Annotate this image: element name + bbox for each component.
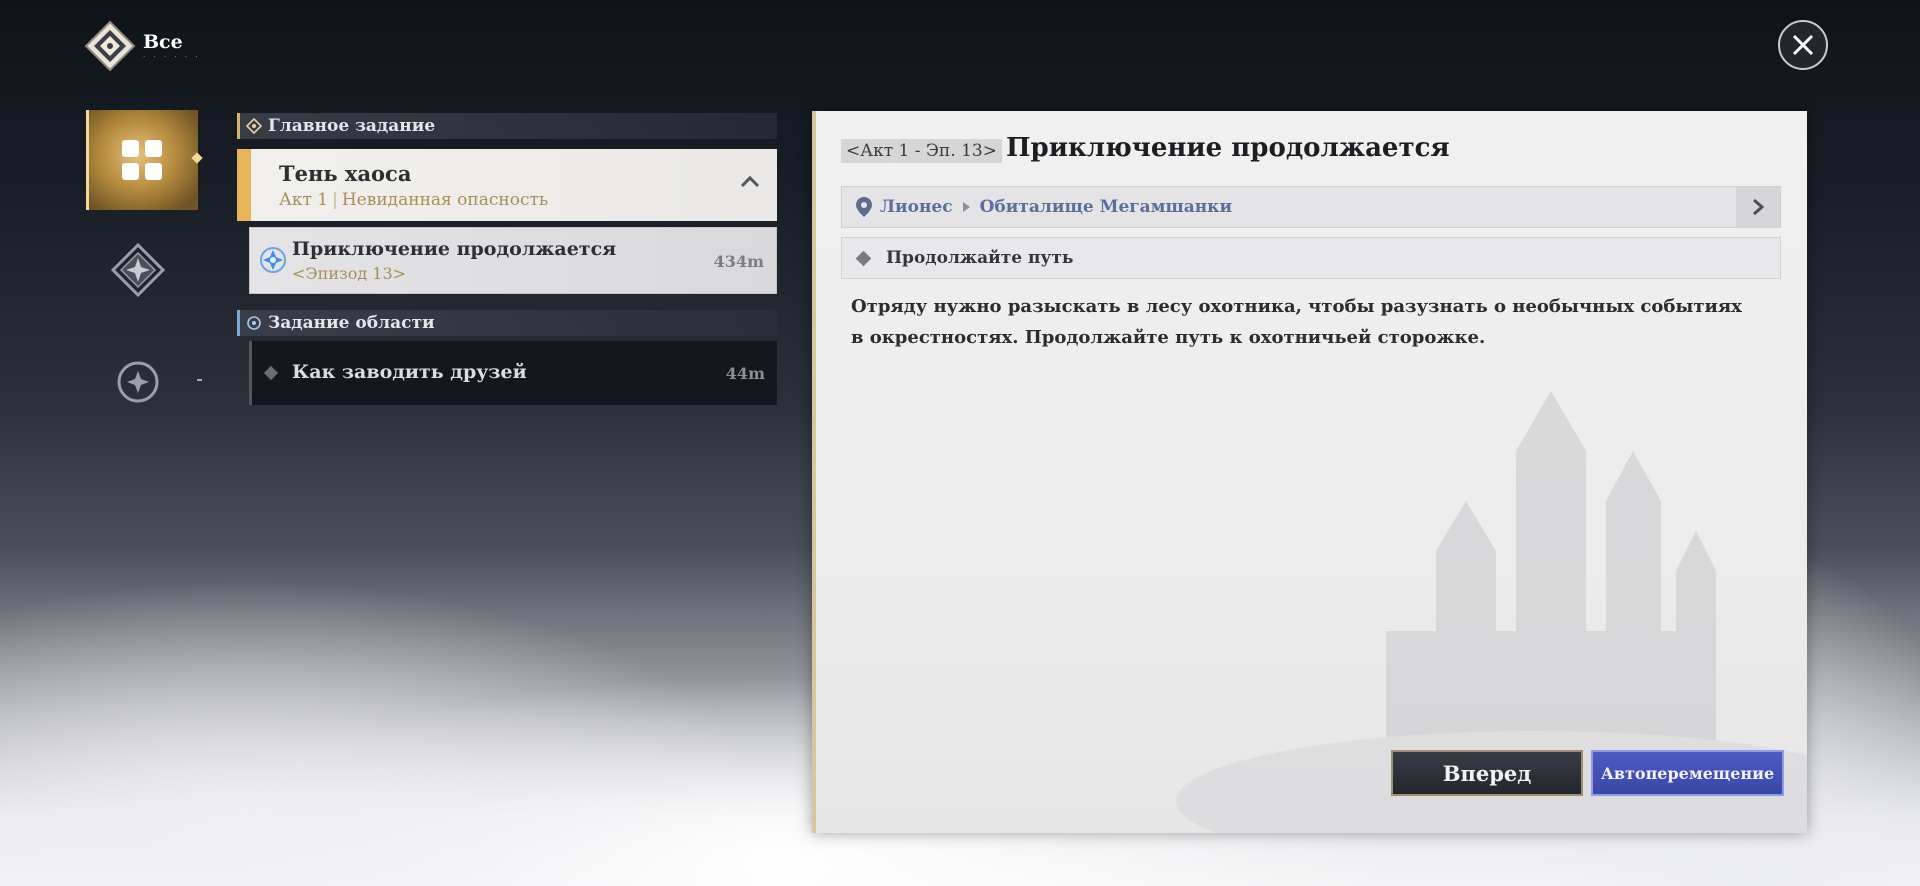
tracking-target-icon: [260, 247, 286, 273]
go-button[interactable]: Вперед: [1391, 750, 1583, 796]
quest-details-panel: <Акт 1 - Эп. 13> Приключение продолжаетс…: [812, 111, 1807, 833]
chevron-right-icon: [1753, 198, 1765, 216]
game-logo-icon: [84, 20, 136, 72]
chapter-name: Невиданная опасность: [341, 190, 549, 210]
main-quest-section-header: Главное задание: [237, 113, 777, 139]
chapter-title: Тень хаоса: [279, 161, 412, 186]
section-label: Задание области: [268, 313, 435, 333]
close-icon: [1792, 34, 1814, 56]
quest-episode: <Эпизод 13>: [292, 264, 407, 283]
chapter-separator: |: [332, 190, 338, 210]
page-subtitle: · · · · · ·: [143, 53, 201, 61]
location-bar[interactable]: Лионес Обиталище Мегамшанки: [841, 186, 1781, 228]
nav-tab-all-quests[interactable]: [86, 110, 198, 210]
grid-icon: [122, 140, 162, 180]
quest-distance: 434m: [713, 252, 764, 271]
page-title: Все: [143, 31, 183, 53]
nav-marker: [197, 379, 202, 381]
location-region: Лионес: [880, 197, 953, 217]
chevron-up-icon[interactable]: [739, 173, 761, 189]
location-go-button[interactable]: [1736, 187, 1780, 227]
episode-tag: <Акт 1 - Эп. 13>: [841, 139, 1002, 163]
nav-tab-area[interactable]: [106, 350, 170, 414]
objective-bar: Продолжайте путь: [841, 237, 1781, 279]
quest-title: Приключение продолжается: [292, 238, 617, 260]
quest-marker-icon: [263, 365, 279, 381]
objective-text: Продолжайте путь: [886, 248, 1074, 268]
area-quest-section-header: Задание области: [237, 310, 777, 336]
section-label: Главное задание: [268, 116, 436, 136]
map-pin-icon: [856, 197, 872, 217]
diamond-star-icon: [111, 243, 165, 297]
nav-tab-story[interactable]: [106, 238, 170, 302]
quest-item-selected[interactable]: Приключение продолжается <Эпизод 13> 434…: [249, 227, 777, 294]
quest-detail-title: Приключение продолжается: [1006, 133, 1450, 163]
arrow-right-icon: [962, 202, 970, 212]
chapter-act: Акт 1: [279, 190, 329, 210]
quest-distance: 44m: [725, 364, 765, 383]
area-quest-icon: [247, 316, 261, 330]
main-quest-icon: [246, 118, 262, 134]
background-cloud: [0, 560, 820, 886]
objective-marker-icon: [855, 250, 872, 266]
auto-travel-button[interactable]: Автоперемещение: [1591, 750, 1784, 796]
quest-item[interactable]: Как заводить друзей 44m: [249, 341, 777, 405]
quest-title: Как заводить друзей: [292, 361, 527, 383]
circle-star-icon: [117, 361, 159, 403]
location-place: Обиталище Мегамшанки: [979, 197, 1233, 217]
chapter-item[interactable]: Тень хаоса Акт 1 | Невиданная опасность: [237, 149, 777, 221]
close-button[interactable]: [1778, 20, 1828, 70]
chapter-subtitle: Акт 1 | Невиданная опасность: [279, 190, 548, 210]
quest-description: Отряду нужно разыскать в лесу охотника, …: [851, 296, 1742, 348]
